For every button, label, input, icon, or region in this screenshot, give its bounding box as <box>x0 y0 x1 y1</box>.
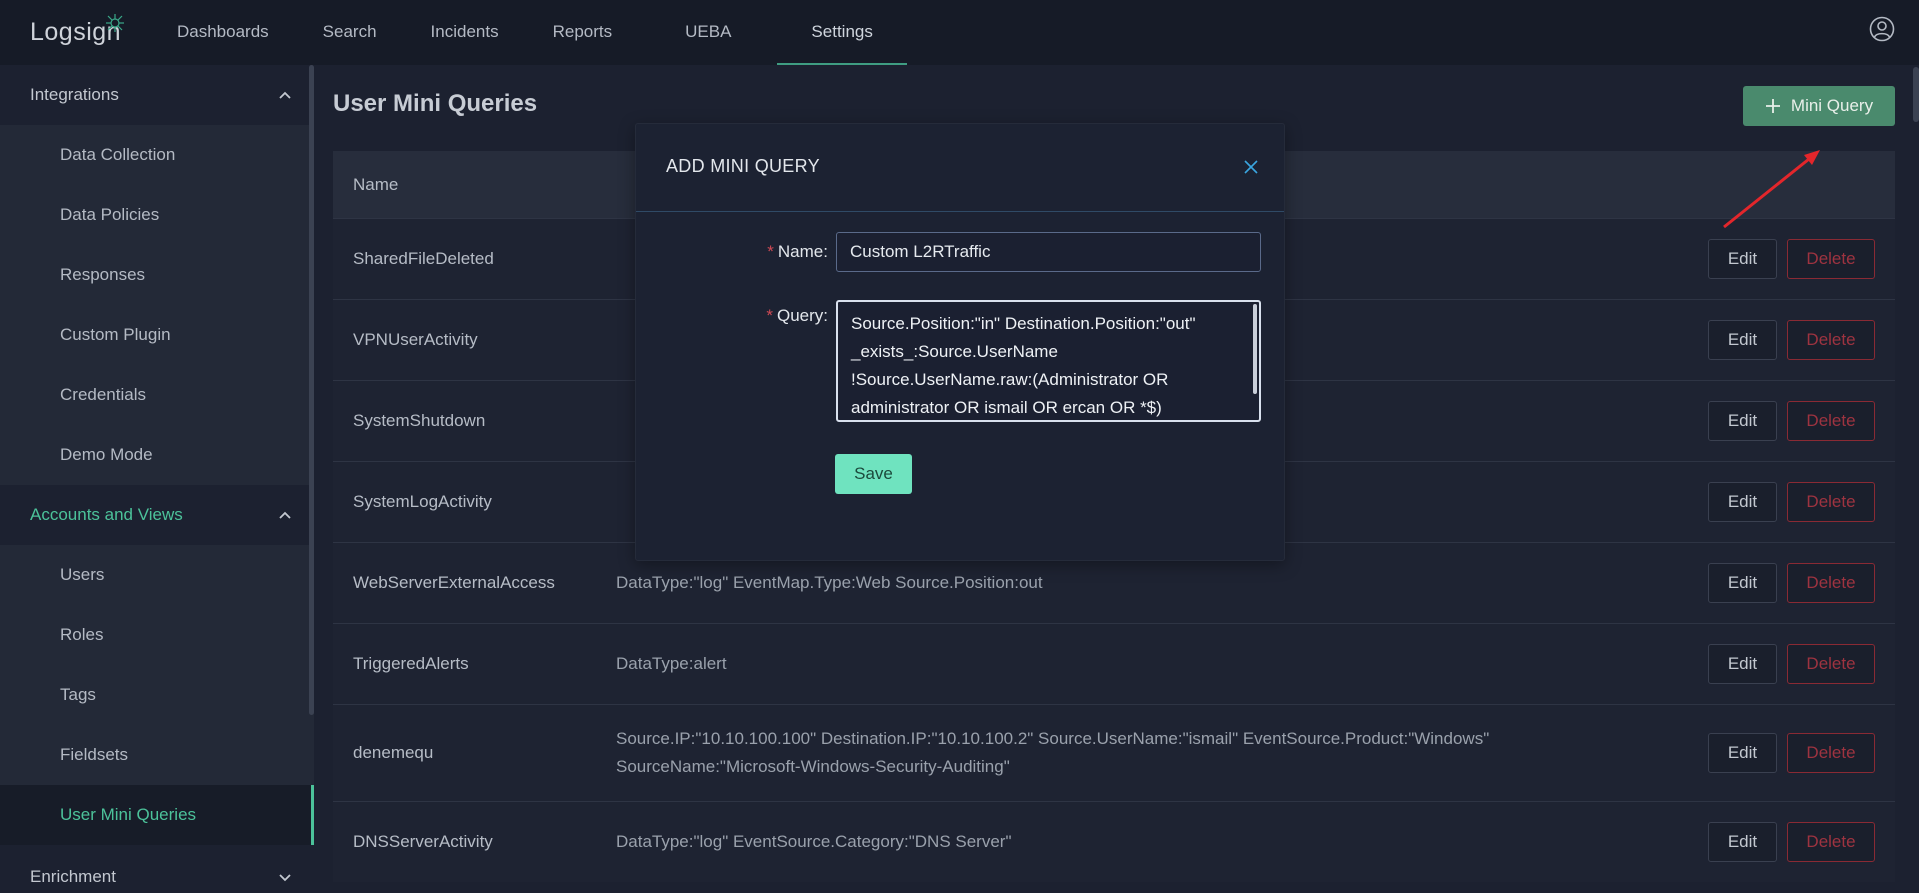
sidebar-item-demo-mode[interactable]: Demo Mode <box>0 425 314 485</box>
sidebar-section-label: Integrations <box>30 85 119 104</box>
table-row: denemequ Source.IP:"10.10.100.100" Desti… <box>333 704 1895 801</box>
row-query: DataType:alert <box>616 654 727 673</box>
sidebar-item-custom-plugin[interactable]: Custom Plugin <box>0 305 314 365</box>
delete-button[interactable]: Delete <box>1787 822 1875 862</box>
chevron-down-icon <box>278 849 292 893</box>
row-name: WebServerExternalAccess <box>353 573 555 592</box>
plus-icon <box>1765 99 1780 113</box>
sidebar-item-data-policies[interactable]: Data Policies <box>0 185 314 245</box>
query-label: * Query: <box>766 306 828 325</box>
nav-dashboards[interactable]: Dashboards <box>150 0 296 65</box>
row-name: SharedFileDeleted <box>353 249 494 268</box>
nav-settings[interactable]: Settings <box>777 0 907 65</box>
row-name: SystemShutdown <box>353 411 486 430</box>
row-name: SystemLogActivity <box>353 492 492 511</box>
sidebar-item-roles[interactable]: Roles <box>0 605 314 665</box>
sidebar-section-label: Enrichment <box>30 867 116 886</box>
row-actions: Edit Delete <box>1708 401 1875 441</box>
sidebar-section-enrichment[interactable]: Enrichment <box>0 849 314 893</box>
chevron-up-icon <box>278 65 292 125</box>
row-name: denemequ <box>353 743 434 762</box>
delete-button[interactable]: Delete <box>1787 563 1875 603</box>
row-actions: Edit Delete <box>1708 644 1875 684</box>
edit-button[interactable]: Edit <box>1708 401 1777 441</box>
edit-button[interactable]: Edit <box>1708 320 1777 360</box>
sidebar-item-users[interactable]: Users <box>0 545 314 605</box>
name-form-row: * Name: <box>636 232 1261 272</box>
delete-button[interactable]: Delete <box>1787 733 1875 773</box>
sidebar-item-fieldsets[interactable]: Fieldsets <box>0 725 314 785</box>
settings-sidebar: Integrations Data Collection Data Polici… <box>0 65 314 893</box>
row-query: DataType:"log" EventSource.Category:"DNS… <box>616 832 1012 851</box>
name-label: * Name: <box>767 242 828 261</box>
row-actions: Edit Delete <box>1708 733 1875 773</box>
row-name: VPNUserActivity <box>353 330 478 349</box>
delete-button[interactable]: Delete <box>1787 320 1875 360</box>
column-header-name: Name <box>353 174 399 194</box>
main-nav: Dashboards Search Incidents Reports UEBA… <box>150 0 907 65</box>
table-row: TriggeredAlerts DataType:alert Edit Dele… <box>333 623 1895 704</box>
edit-button[interactable]: Edit <box>1708 822 1777 862</box>
edit-button[interactable]: Edit <box>1708 239 1777 279</box>
sidebar-item-data-collection[interactable]: Data Collection <box>0 125 314 185</box>
name-input[interactable] <box>836 232 1261 272</box>
sidebar-section-accounts-and-views[interactable]: Accounts and Views <box>0 485 314 545</box>
sidebar-item-credentials[interactable]: Credentials <box>0 365 314 425</box>
page-title: User Mini Queries <box>333 90 538 117</box>
sidebar-item-tags[interactable]: Tags <box>0 665 314 725</box>
edit-button[interactable]: Edit <box>1708 482 1777 522</box>
top-navigation-bar: Logsign Dashboards Search Incidents Repo… <box>0 0 1919 65</box>
row-actions: Edit Delete <box>1708 482 1875 522</box>
sidebar-section-label: Accounts and Views <box>30 505 183 524</box>
row-actions: Edit Delete <box>1708 563 1875 603</box>
add-button-label: Mini Query <box>1790 96 1874 115</box>
sidebar-item-user-mini-queries[interactable]: User Mini Queries <box>0 785 314 845</box>
delete-button[interactable]: Delete <box>1787 239 1875 279</box>
nav-reports[interactable]: Reports <box>526 0 640 65</box>
query-textarea[interactable]: Source.Position:"in" Destination.Positio… <box>836 300 1261 422</box>
logo-network-icon <box>106 14 124 32</box>
save-button[interactable]: Save <box>835 454 912 494</box>
delete-button[interactable]: Delete <box>1787 482 1875 522</box>
query-textarea-scrollbar[interactable] <box>1253 304 1257 394</box>
red-annotation-arrow <box>1723 150 1820 229</box>
edit-button[interactable]: Edit <box>1708 644 1777 684</box>
sidebar-item-responses[interactable]: Responses <box>0 245 314 305</box>
nav-incidents[interactable]: Incidents <box>404 0 526 65</box>
edit-button[interactable]: Edit <box>1708 563 1777 603</box>
row-actions: Edit Delete <box>1708 320 1875 360</box>
add-mini-query-dialog: ADD MINI QUERY *Name: *Query: Source.Pos… <box>635 123 1285 561</box>
row-name: DNSServerActivity <box>353 832 493 851</box>
row-actions: Edit Delete <box>1708 239 1875 279</box>
user-account-icon[interactable] <box>1869 16 1895 42</box>
table-row: DNSServerActivity DataType:"log" EventSo… <box>333 801 1895 882</box>
main-scrollbar[interactable] <box>1913 67 1919 122</box>
delete-button[interactable]: Delete <box>1787 644 1875 684</box>
dialog-header: ADD MINI QUERY <box>636 124 1284 212</box>
row-actions: Edit Delete <box>1708 822 1875 862</box>
row-query: DataType:"log" EventMap.Type:Web Source.… <box>616 573 1043 592</box>
close-icon[interactable] <box>1244 160 1258 174</box>
row-name: TriggeredAlerts <box>353 654 469 673</box>
row-query: Source.IP:"10.10.100.100" Destination.IP… <box>616 729 1490 776</box>
dialog-title: ADD MINI QUERY <box>666 156 820 176</box>
sidebar-section-integrations[interactable]: Integrations <box>0 65 314 125</box>
nav-ueba[interactable]: UEBA <box>639 0 777 65</box>
query-form-row: * Query: Source.Position:"in" Destination… <box>636 300 1261 427</box>
chevron-up-icon <box>278 485 292 545</box>
edit-button[interactable]: Edit <box>1708 733 1777 773</box>
nav-search[interactable]: Search <box>296 0 404 65</box>
delete-button[interactable]: Delete <box>1787 401 1875 441</box>
